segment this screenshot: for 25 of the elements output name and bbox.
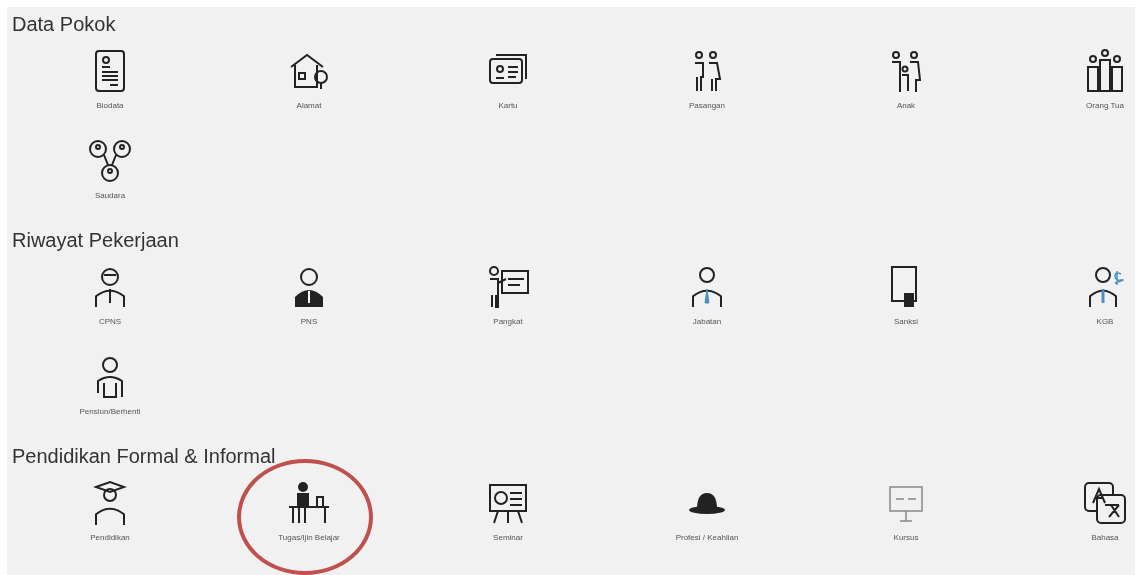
menu-label[interactable]: PNS	[300, 317, 318, 326]
menu-label[interactable]: Pensiun/Berhenti	[79, 407, 141, 416]
menu-label[interactable]: Bahasa	[1091, 533, 1119, 542]
section-heading: Pendidikan Formal & Informal	[11, 444, 277, 469]
section-heading: Riwayat Pekerjaan	[11, 228, 180, 253]
menu-label[interactable]: Orang Tua	[1086, 101, 1124, 110]
menu-label[interactable]: CPNS	[98, 317, 122, 326]
menu-label[interactable]: Alamat	[296, 101, 322, 110]
menu-label[interactable]: Tugas/Ijin Belajar	[278, 533, 340, 542]
menu-label[interactable]: Kartu	[498, 101, 518, 110]
section-heading: Data Pokok	[11, 12, 117, 37]
translate-icon[interactable]	[1081, 479, 1129, 527]
menu-label[interactable]: KGB	[1096, 317, 1114, 326]
menu-label[interactable]: Jabatan	[692, 317, 722, 326]
menu-label[interactable]: Profesi / Keahlian	[675, 533, 739, 542]
menu-label[interactable]: Sanksi	[894, 317, 918, 326]
menu-label[interactable]: Pendidikan	[90, 533, 130, 542]
network-icon[interactable]	[86, 137, 134, 185]
menu-label[interactable]: Seminar	[493, 533, 523, 542]
menu-label[interactable]: Pasangan	[689, 101, 725, 110]
menu-label[interactable]: Pangkat	[493, 317, 523, 326]
menu-label[interactable]: Saudara	[94, 191, 126, 200]
menu-label[interactable]: Kursus	[893, 533, 919, 542]
menu-label[interactable]: Anak	[896, 101, 916, 110]
menu-label[interactable]: Biodata	[96, 101, 124, 110]
